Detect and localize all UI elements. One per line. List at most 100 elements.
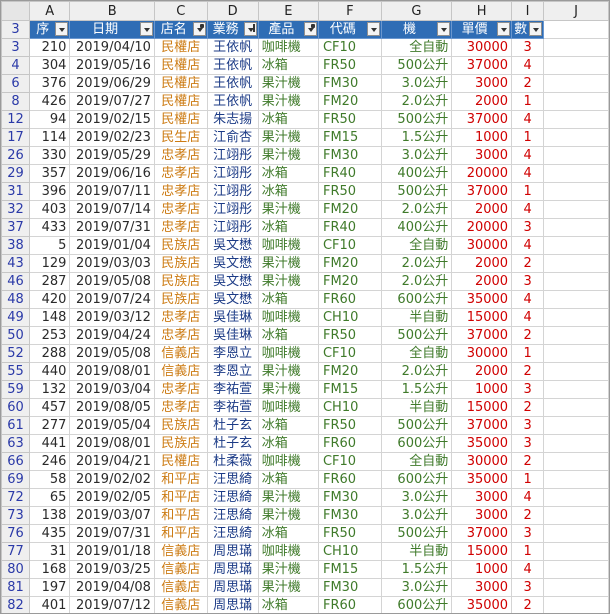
- product-cell[interactable]: 果汁機: [257, 578, 319, 597]
- empty-cell[interactable]: [543, 470, 609, 489]
- product-cell[interactable]: 冰箱: [257, 524, 319, 543]
- salesperson-cell[interactable]: 周思璊: [206, 578, 259, 597]
- salesperson-cell[interactable]: 江翊彤: [206, 218, 259, 237]
- empty-cell[interactable]: [543, 362, 609, 381]
- store-cell[interactable]: 信義店: [153, 362, 208, 381]
- row-number[interactable]: 38: [1, 236, 31, 255]
- salesperson-cell[interactable]: 李恩立: [206, 362, 259, 381]
- store-cell[interactable]: 忠孝店: [153, 326, 208, 345]
- serial-cell[interactable]: 114: [29, 128, 71, 147]
- model-cell[interactable]: 400公升: [380, 164, 453, 183]
- row-number[interactable]: 50: [1, 326, 31, 345]
- row-number[interactable]: 31: [1, 182, 31, 201]
- model-cell[interactable]: 3.0公升: [380, 74, 453, 93]
- row-number[interactable]: 55: [1, 362, 31, 381]
- model-cell[interactable]: 600公升: [380, 596, 453, 613]
- empty-cell[interactable]: [543, 308, 609, 327]
- empty-cell[interactable]: [543, 110, 609, 129]
- code-cell[interactable]: FM20: [317, 272, 382, 291]
- quantity-cell[interactable]: 3: [511, 272, 545, 291]
- unit-price-cell[interactable]: 37000: [451, 182, 513, 201]
- code-cell[interactable]: FR50: [317, 524, 382, 543]
- salesperson-cell[interactable]: 江翊彤: [206, 182, 259, 201]
- date-cell[interactable]: 2019/04/24: [69, 326, 155, 345]
- empty-cell[interactable]: [543, 560, 609, 579]
- unit-price-cell[interactable]: 30000: [451, 344, 513, 363]
- serial-cell[interactable]: 94: [29, 110, 71, 129]
- code-cell[interactable]: FR50: [317, 416, 382, 435]
- model-cell[interactable]: 600公升: [380, 290, 453, 309]
- unit-price-cell[interactable]: 35000: [451, 290, 513, 309]
- quantity-cell[interactable]: 3: [511, 218, 545, 237]
- salesperson-cell[interactable]: 周思璊: [206, 596, 259, 613]
- quantity-cell[interactable]: 2: [511, 596, 545, 613]
- store-cell[interactable]: 民權店: [153, 110, 208, 129]
- serial-cell[interactable]: 435: [29, 524, 71, 543]
- date-cell[interactable]: 2019/07/24: [69, 290, 155, 309]
- date-cell[interactable]: 2019/07/31: [69, 524, 155, 543]
- empty-cell[interactable]: [543, 344, 609, 363]
- salesperson-cell[interactable]: 周思璊: [206, 542, 259, 561]
- unit-price-cell[interactable]: 20000: [451, 218, 513, 237]
- code-cell[interactable]: FM20: [317, 254, 382, 273]
- product-cell[interactable]: 冰箱: [257, 182, 319, 201]
- empty-cell[interactable]: [543, 488, 609, 507]
- row-number[interactable]: 3: [1, 38, 31, 57]
- row-number[interactable]: 48: [1, 290, 31, 309]
- store-cell[interactable]: 民權店: [153, 38, 208, 57]
- filter-dropdown-icon[interactable]: [366, 22, 380, 36]
- quantity-cell[interactable]: 3: [511, 434, 545, 453]
- column-header-f[interactable]: F: [317, 1, 382, 21]
- row-number[interactable]: 63: [1, 434, 31, 453]
- sort-ascending-icon[interactable]: [243, 22, 257, 36]
- serial-cell[interactable]: 65: [29, 488, 71, 507]
- product-cell[interactable]: 冰箱: [257, 56, 319, 75]
- salesperson-cell[interactable]: 汪思綺: [206, 506, 259, 525]
- quantity-cell[interactable]: 1: [511, 92, 545, 111]
- code-cell[interactable]: CF10: [317, 344, 382, 363]
- salesperson-cell[interactable]: 王依帆: [206, 74, 259, 93]
- date-cell[interactable]: 2019/04/08: [69, 578, 155, 597]
- model-cell[interactable]: 600公升: [380, 470, 453, 489]
- model-cell[interactable]: 3.0公升: [380, 146, 453, 165]
- salesperson-cell[interactable]: 吳文懋: [206, 272, 259, 291]
- store-cell[interactable]: 民權店: [153, 452, 208, 471]
- quantity-cell[interactable]: 3: [511, 416, 545, 435]
- empty-cell[interactable]: [543, 434, 609, 453]
- row-number[interactable]: 76: [1, 524, 31, 543]
- code-cell[interactable]: FM20: [317, 92, 382, 111]
- active-filter-icon[interactable]: [192, 22, 206, 36]
- serial-cell[interactable]: 401: [29, 596, 71, 613]
- salesperson-cell[interactable]: 朱志揚: [206, 110, 259, 129]
- date-cell[interactable]: 2019/03/07: [69, 506, 155, 525]
- row-number[interactable]: 73: [1, 506, 31, 525]
- product-cell[interactable]: 冰箱: [257, 596, 319, 613]
- model-cell[interactable]: 全自動: [380, 236, 453, 255]
- salesperson-cell[interactable]: 杜柔薇: [206, 452, 259, 471]
- unit-price-cell[interactable]: 1000: [451, 380, 513, 399]
- code-cell[interactable]: FM30: [317, 506, 382, 525]
- quantity-cell[interactable]: 2: [511, 398, 545, 417]
- unit-price-cell[interactable]: 3000: [451, 488, 513, 507]
- quantity-cell[interactable]: 4: [511, 488, 545, 507]
- date-cell[interactable]: 2019/05/29: [69, 146, 155, 165]
- salesperson-cell[interactable]: 李祐萱: [206, 380, 259, 399]
- serial-cell[interactable]: 277: [29, 416, 71, 435]
- store-cell[interactable]: 民權店: [153, 56, 208, 75]
- salesperson-cell[interactable]: 汪思綺: [206, 524, 259, 543]
- quantity-cell[interactable]: 2: [511, 326, 545, 345]
- unit-price-cell[interactable]: 37000: [451, 416, 513, 435]
- serial-cell[interactable]: 440: [29, 362, 71, 381]
- product-cell[interactable]: 果汁機: [257, 92, 319, 111]
- date-cell[interactable]: 2019/03/03: [69, 254, 155, 273]
- product-cell[interactable]: 果汁機: [257, 506, 319, 525]
- model-cell[interactable]: 3.0公升: [380, 578, 453, 597]
- code-cell[interactable]: FM30: [317, 488, 382, 507]
- unit-price-cell[interactable]: 2000: [451, 362, 513, 381]
- model-cell[interactable]: 全自動: [380, 344, 453, 363]
- model-cell[interactable]: 500公升: [380, 524, 453, 543]
- date-cell[interactable]: 2019/05/08: [69, 344, 155, 363]
- row-number[interactable]: 80: [1, 560, 31, 579]
- unit-price-cell[interactable]: 30000: [451, 236, 513, 255]
- model-cell[interactable]: 500公升: [380, 56, 453, 75]
